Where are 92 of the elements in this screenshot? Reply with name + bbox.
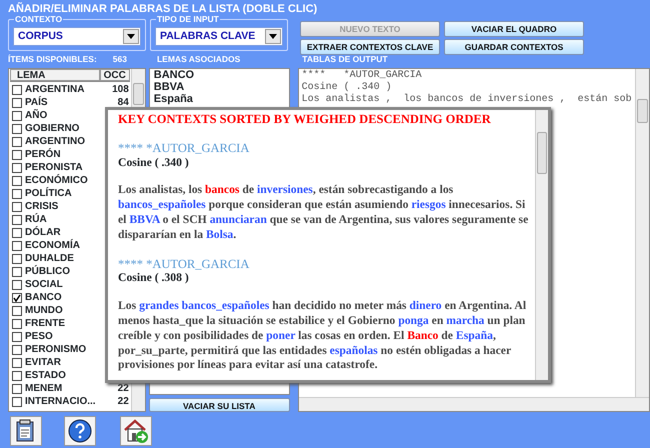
checkbox[interactable] bbox=[12, 266, 22, 276]
item-label: GOBIERNO bbox=[25, 122, 80, 136]
item-label: BANCO bbox=[25, 291, 62, 305]
item-label: RÚA bbox=[25, 212, 47, 226]
item-label: AÑO bbox=[25, 108, 48, 123]
column-header[interactable]: LEMA bbox=[10, 69, 100, 81]
item-label: MUNDO bbox=[25, 304, 63, 318]
checkbox[interactable] bbox=[12, 150, 22, 160]
checkbox[interactable] bbox=[12, 318, 22, 328]
checkbox[interactable] bbox=[12, 306, 22, 316]
item-label: DÓLAR bbox=[25, 225, 61, 239]
item-label: ARGENTINA bbox=[25, 83, 84, 96]
lemas-label: LEMAS ASOCIADOS bbox=[156, 53, 240, 66]
checkbox[interactable] bbox=[12, 240, 22, 250]
item-label: CRISIS bbox=[25, 200, 58, 213]
input-type-dropdown[interactable]: PALABRAS CLAVE bbox=[155, 27, 283, 46]
checkbox[interactable] bbox=[12, 202, 22, 212]
caret-icon bbox=[127, 34, 135, 39]
item-label: PAÍS bbox=[25, 95, 48, 109]
items-label: ÍTEMS DISPONIBLES: bbox=[8, 53, 97, 66]
clear-list-button[interactable]: VACIAR SU LISTA bbox=[148, 398, 290, 412]
context-paragraph: Los analistas, los bancos de inversiones, están sobrecastigando a los bancos_españoles porque consideran que están asumiendo riesgos innecesarios. Si el BBVA o el SCH anunciaran que se van de Argentina, sus valores seguramente se dispararían en la Bolsa. bbox=[118, 183, 529, 243]
action-button[interactable]: GUARDAR CONTEXTOS bbox=[444, 39, 584, 55]
occurrence-count: 22 bbox=[118, 382, 129, 396]
items-count: 563 bbox=[112, 53, 127, 66]
action-button[interactable]: EXTRAER CONTEXTOS CLAVE bbox=[300, 39, 440, 55]
checkbox[interactable] bbox=[12, 228, 22, 238]
item-label: EVITAR bbox=[25, 356, 61, 370]
item-label: ECONOMÍA bbox=[25, 238, 80, 253]
window-title: AÑADIR/ELIMINAR PALABRAS DE LA LISTA (DOBLE CLIC) bbox=[7, 1, 318, 16]
item-label: PÚBLICO bbox=[25, 264, 70, 279]
occurrence-count: 22 bbox=[118, 395, 129, 409]
checkbox[interactable] bbox=[12, 176, 22, 186]
cosine-score: Cosine ( .340 ) bbox=[118, 156, 190, 170]
checkbox[interactable] bbox=[12, 280, 22, 290]
item-label: FRENTE bbox=[25, 317, 65, 331]
caret-icon bbox=[269, 34, 277, 39]
item-label: PERONISTA bbox=[25, 161, 83, 174]
cosine-score: Cosine ( .308 ) bbox=[118, 271, 190, 286]
item-label: MENEM bbox=[25, 382, 62, 396]
home-exit-icon bbox=[123, 418, 149, 444]
output-line: **** *AUTOR_GARCIA bbox=[302, 70, 423, 82]
lemma-item[interactable]: BANCO bbox=[154, 69, 285, 81]
checkbox[interactable] bbox=[12, 162, 22, 172]
author-line: **** *AUTOR_GARCIA bbox=[118, 140, 250, 156]
checkbox[interactable] bbox=[12, 110, 22, 120]
item-label: POLÍTICA bbox=[25, 186, 72, 201]
item-label: ARGENTINO bbox=[25, 135, 85, 148]
occurrence-count: 84 bbox=[118, 96, 129, 110]
checkbox[interactable] bbox=[12, 384, 22, 394]
checkbox[interactable] bbox=[12, 254, 22, 264]
checkbox[interactable] bbox=[12, 98, 22, 108]
item-label: PERÓN bbox=[25, 147, 61, 162]
checkbox[interactable] bbox=[12, 344, 22, 354]
context-paragraph: Los grandes bancos_españoles han decidido no meter más dinero en Argentina. Al menos hasta_que la situación se estabilice y el Gobierno ponga en marcha un plan creíble y con posibilidades de poner las cosas en orden. El Banco de España, por_su_parte, permitirá que las entidades españolas no estén obligadas a hacer provisiones por líneas para evitar así una catastrofe. bbox=[118, 299, 528, 374]
checkbox[interactable] bbox=[12, 358, 22, 368]
item-label: PERONISMO bbox=[25, 343, 86, 357]
checkbox[interactable] bbox=[12, 292, 22, 302]
notes-button[interactable] bbox=[10, 416, 42, 446]
checkbox[interactable] bbox=[12, 124, 22, 134]
checkbox[interactable] bbox=[12, 214, 22, 224]
item-label: PESO bbox=[25, 330, 53, 344]
action-button[interactable]: VACIAR EL QUADRO bbox=[444, 21, 584, 37]
item-label: SOCIAL bbox=[25, 278, 63, 292]
item-label: DUHALDE bbox=[25, 252, 74, 265]
output-line: Cosine ( .340 ) bbox=[302, 82, 393, 94]
context-dropdown[interactable]: CORPUS bbox=[13, 27, 141, 46]
occurrence-count: 108 bbox=[112, 83, 129, 97]
output-line: Los analistas , los bancos de inversiones , están sob bbox=[302, 94, 632, 106]
help-button[interactable] bbox=[64, 416, 96, 446]
checkbox[interactable] bbox=[12, 188, 22, 198]
scrollbar[interactable] bbox=[635, 69, 649, 397]
checkbox[interactable] bbox=[12, 370, 22, 380]
checkbox[interactable] bbox=[12, 396, 22, 406]
lemma-item[interactable]: BBVA bbox=[154, 81, 285, 93]
group-label: CONTEXTO bbox=[14, 14, 64, 25]
item-label: ECONÓMICO bbox=[25, 173, 88, 187]
output-label: TABLAS DE OUTPUT bbox=[302, 53, 388, 66]
scrollbar[interactable] bbox=[535, 110, 548, 380]
checkbox[interactable] bbox=[12, 136, 22, 146]
group-label: TIPO DE INPUT bbox=[156, 14, 220, 25]
item-label: ESTADO bbox=[25, 369, 66, 383]
column-header[interactable]: OCC bbox=[100, 69, 130, 81]
horizontal-scrollbar[interactable] bbox=[298, 397, 649, 411]
help-icon bbox=[68, 419, 92, 443]
popup-title: KEY CONTEXTS SORTED BY WEIGHED DESCENDING ORDER bbox=[118, 112, 492, 127]
item-label: INTERNACIO... bbox=[25, 395, 96, 409]
checkbox[interactable] bbox=[12, 84, 22, 94]
lemma-item[interactable]: España bbox=[154, 93, 285, 105]
checkbox[interactable] bbox=[12, 332, 22, 342]
home-button[interactable] bbox=[120, 416, 152, 446]
author-line: **** *AUTOR_GARCIA bbox=[118, 256, 250, 272]
